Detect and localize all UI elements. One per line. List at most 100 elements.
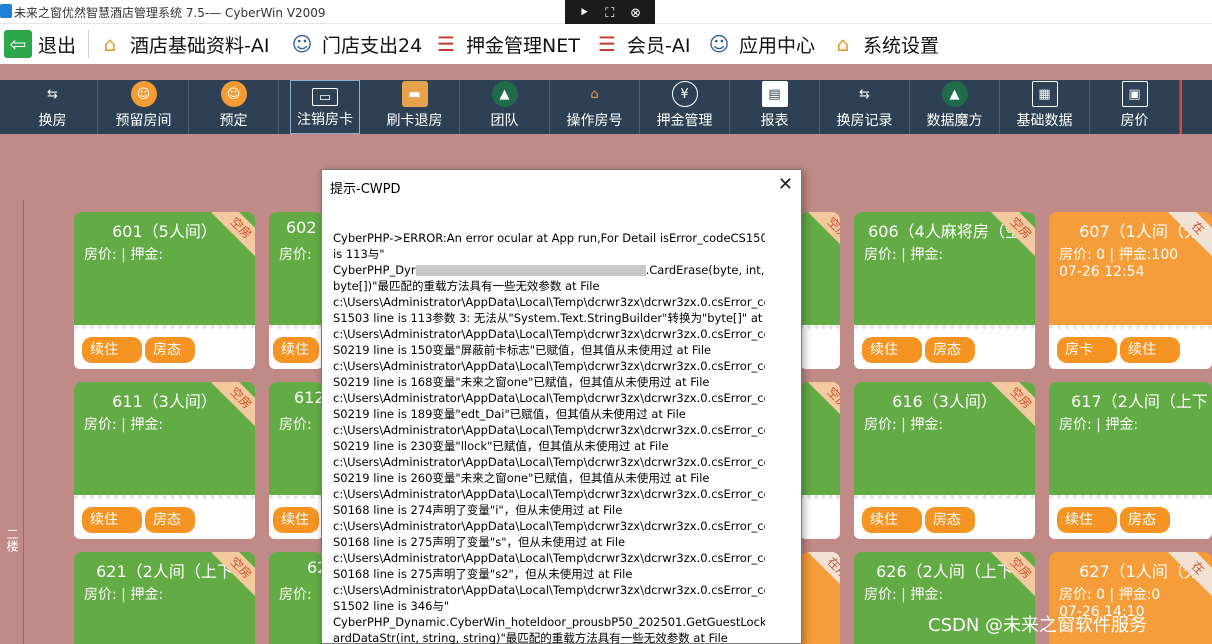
tree-icon: ▲ [941,81,968,107]
room-price: 房价: [279,247,312,263]
room-actions: 续住 [269,495,323,539]
tree-icon: ▲ [491,81,518,107]
report-icon: ▤ [761,81,788,107]
menu-item-exit[interactable]: ⇦ 退出 [4,24,76,64]
tool-booking[interactable]: ☺ 预定 [189,80,279,134]
room-status-button[interactable]: 房态 [1120,507,1170,533]
tool-label: 基础数据 [1016,113,1073,129]
message-line-part: CyberPHP_Dyr [333,263,416,277]
message-line: S0219 line is 230变量"llock"已赋值，但其值从未使用过 a… [333,439,669,453]
menu-item-hotel-basic[interactable]: ⌂ 酒店基础资料-AI [96,24,270,64]
room-actions [800,325,840,369]
room-actions: 续住 [269,325,323,369]
message-line: c:\Users\Administrator\AppData\Local\Tem… [333,487,765,501]
room-status-button[interactable]: 房态 [925,507,975,533]
menu-label: 系统设置 [863,34,940,57]
message-line: c:\Users\Administrator\AppData\Local\Tem… [333,519,765,533]
room-card[interactable]: 62 房价: [269,552,323,644]
room-card[interactable]: 602 房价: 续住 [269,212,323,369]
tool-label: 预留房间 [115,113,172,129]
room-card[interactable]: 601（5人间） 房价: | 押金: 空房 续住 房态 [74,212,255,369]
floor-sidebar [0,200,24,644]
room-card-partial[interactable]: 在用 [800,552,840,644]
room-actions: 续住 房态 [854,495,1035,539]
document-icon: ☰ [598,32,616,56]
room-actions: 续住 房态 [854,325,1035,369]
message-line: S0219 line is 260变量"未来之窗one"已赋值，但其值从未使用过… [333,471,710,485]
tool-label: 换房 [38,113,67,129]
extend-stay-button[interactable]: 续住 [82,507,142,533]
menu-item-deposit-net[interactable]: ☰ 押金管理NET [432,24,580,64]
room-status-button[interactable]: 房态 [925,337,975,363]
tool-deposit-manage[interactable]: ¥ 押金管理 [640,80,730,134]
menu-label: 应用中心 [739,34,816,57]
room-status-button[interactable]: 房态 [145,507,195,533]
room-card[interactable]: 612 房价: 续住 [269,382,323,539]
room-card-partial[interactable]: 空房 [800,382,840,539]
message-line: byte[])"最匹配的重载方法具有一些无效参数 at File [333,279,600,293]
message-line: c:\Users\Administrator\AppData\Local\Tem… [333,583,765,597]
tool-basic-data[interactable]: ▦ 基础数据 [1000,80,1090,134]
tool-reserve-room[interactable]: ☺ 预留房间 [99,80,189,134]
exit-door-icon: ⇦ [4,30,32,58]
tool-label: 换房记录 [836,113,893,129]
extend-stay-button[interactable]: 续住 [273,337,319,363]
close-icon[interactable]: ✕ [778,174,793,195]
message-line: S0219 line is 168变量"未来之窗one"已赋值，但其值从未使用过… [333,375,710,389]
tool-card-checkout[interactable]: ▬ 刷卡退房 [370,80,460,134]
menu-item-app-center[interactable]: ☺ 应用中心 [705,24,815,64]
room-title: 612 [294,388,323,407]
room-card[interactable]: 611（3人间） 房价: | 押金: 空房 续住 房态 [74,382,255,539]
extend-stay-button[interactable]: 续住 [1057,507,1117,533]
message-line: CyberPHP->ERROR:An error ocular at App r… [333,231,765,245]
room-price: 房价: | 押金: [864,587,944,603]
message-line: c:\Users\Administrator\AppData\Local\Tem… [333,391,765,405]
tool-swap-record[interactable]: ⇆ 换房记录 [820,80,910,134]
watermark: CSDN @未来之窗软件服务 [928,615,1148,636]
message-line: CyberPHP_Dynamic.CyberWin_hoteldoor_prou… [333,615,765,629]
menu-item-member-ai[interactable]: ☰ 会员-AI [593,24,690,64]
house-search-icon: ⌂ [590,86,599,102]
room-actions: 房卡 续住 [1049,325,1212,369]
dialog-message: CyberPHP->ERROR:An error ocular at App r… [333,230,765,644]
room-card[interactable]: 616（3人间） 房价: | 押金: 空房 续住 房态 [854,382,1035,539]
room-price: 房价: [279,587,312,603]
menu-item-store-expense[interactable]: ☺ 门店支出24 [288,24,423,64]
extend-stay-button[interactable]: 续住 [1120,337,1180,363]
room-price: 房价: | 押金: [1059,417,1139,433]
dialog-title: 提示-CWPD [330,182,401,197]
tool-room-price[interactable]: ▣ 房价 [1090,80,1180,134]
person-icon: ☺ [291,32,313,56]
tool-cancel-card[interactable]: ▭ 注销房卡 [290,80,360,134]
message-line: S0168 line is 275声明了变量"s"，但从未使用过 at File [333,535,626,549]
extend-stay-button[interactable]: 续住 [273,507,319,533]
extend-stay-button[interactable]: 续住 [862,337,922,363]
extend-stay-button[interactable]: 续住 [862,507,922,533]
room-card[interactable]: 607（1人间（无 房价: 0 | 押金:100 07-26 12:54 在 房… [1049,212,1212,369]
tool-operate-room[interactable]: ⌂ 操作房号 [550,80,640,134]
menu-divider [88,30,89,58]
window-title: 未来之窗优然智慧酒店管理系统 7.5-— CyberWin V2009 [14,6,326,20]
error-dialog: 提示-CWPD ✕ CyberPHP->ERROR:An error ocula… [321,169,802,644]
tool-data-cube[interactable]: ▲ 数据魔方 [910,80,1000,134]
room-card-button[interactable]: 房卡 [1057,337,1117,363]
room-card[interactable]: 606（4人麻将房（空 房价: | 押金: 空房 续住 房态 [854,212,1035,369]
room-card[interactable]: 617（2人间（上下 房价: | 押金: 续住 房态 [1049,382,1212,539]
room-card[interactable]: 621（2人间（上下 房价: | 押金: 空房 [74,552,255,644]
tool-swap-room[interactable]: ⇆ 换房 [8,80,98,134]
person-icon: ☺ [708,32,730,56]
room-title: 617（2人间（上下 [1071,392,1208,411]
tool-report[interactable]: ▤ 报表 [730,80,820,134]
clipboard-icon: ▦ [1031,81,1058,107]
status-ribbon: 空房 [808,382,840,428]
room-status-button[interactable]: 房态 [145,337,195,363]
swap-room-icon: ⇆ [859,86,870,102]
message-line: S0168 line is 275声明了变量"s2"，但从未使用过 at Fil… [333,567,633,581]
tool-team[interactable]: ▲ 团队 [460,80,550,134]
extend-stay-button[interactable]: 续住 [82,337,142,363]
menu-item-settings[interactable]: ⌂ 系统设置 [829,24,939,64]
card-hand-icon: ▬ [401,81,428,107]
room-card-partial[interactable]: 空房 [800,212,840,369]
monitor-icon: ▣ [1121,81,1148,107]
message-line: c:\Users\Administrator\AppData\Local\Tem… [333,455,765,469]
